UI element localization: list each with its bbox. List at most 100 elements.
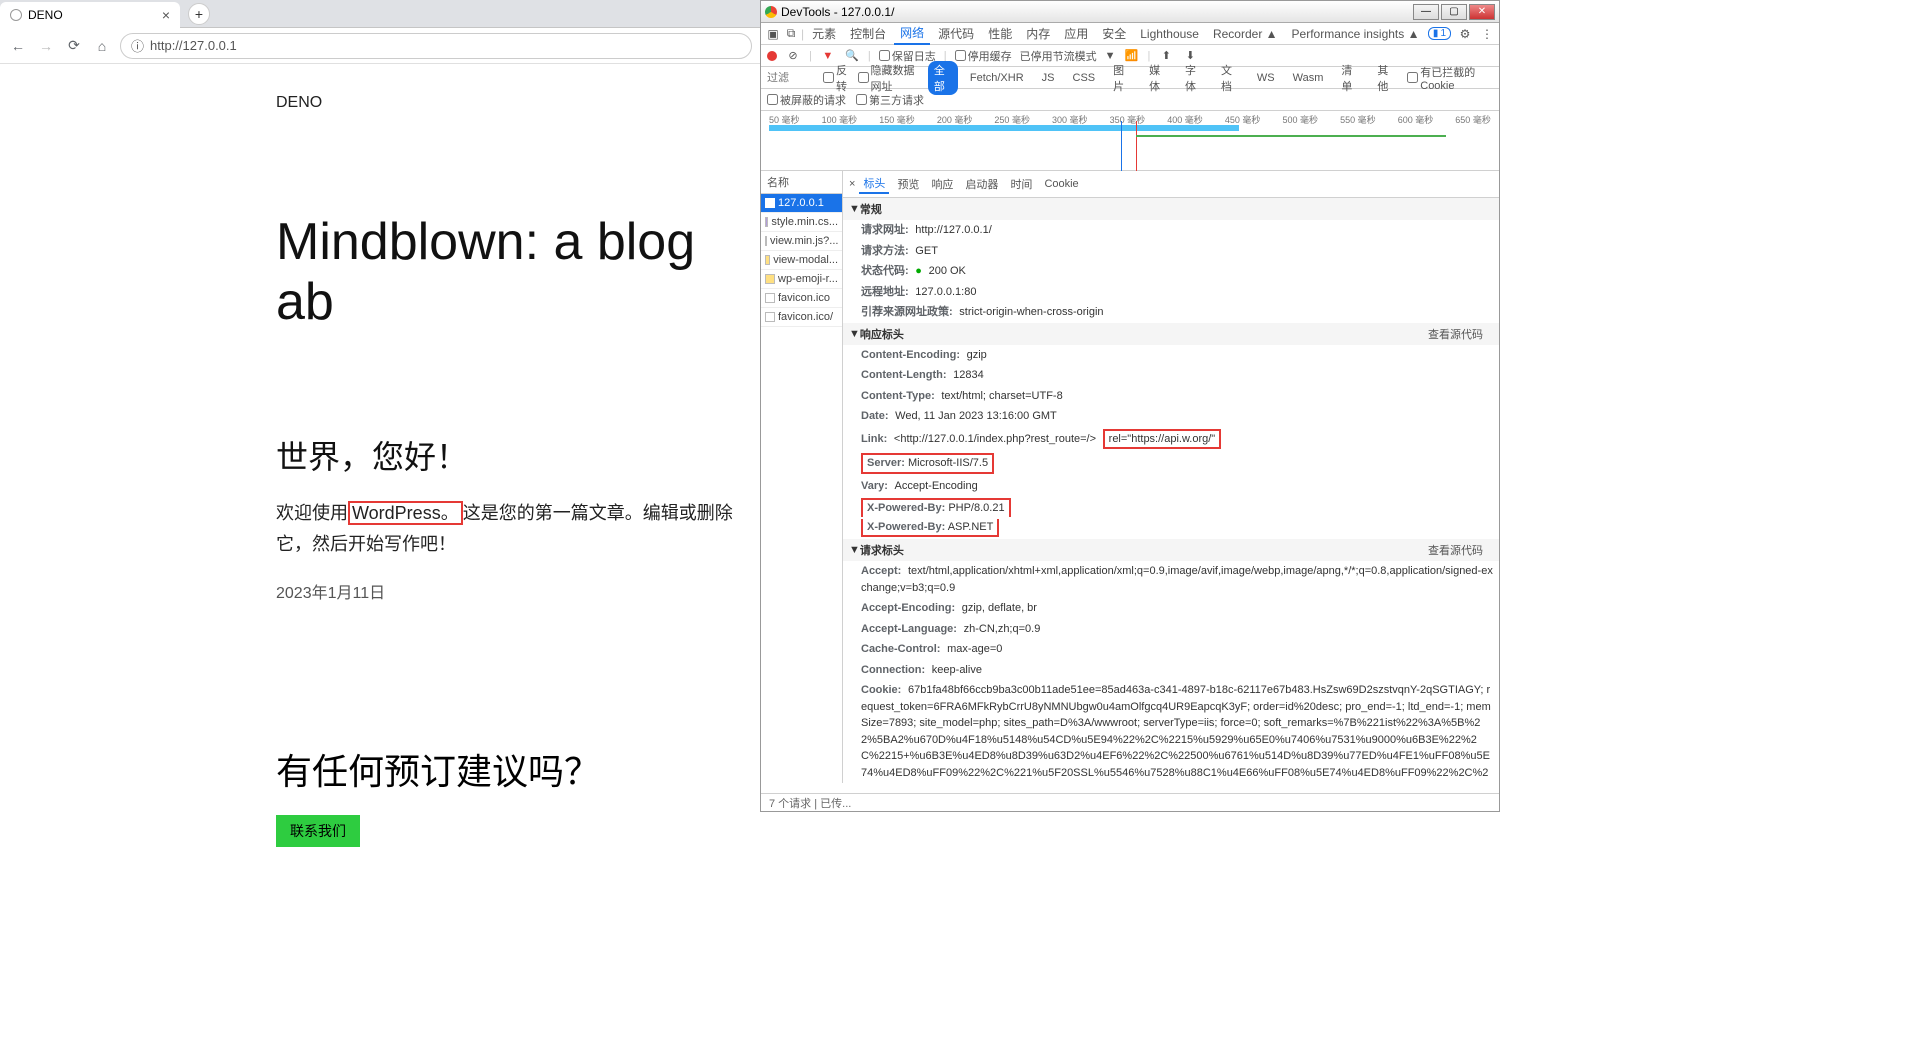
type-media[interactable]: 媒体 [1143,61,1173,95]
hide-data-check[interactable]: 隐藏数据网址 [858,62,922,94]
section-request-headers[interactable]: ▼ 请求标头查看源代码 [843,539,1499,561]
type-doc[interactable]: 文档 [1215,61,1245,95]
tab-application[interactable]: 应用 [1058,23,1094,44]
request-item[interactable]: wp-emoji-r... [761,270,842,289]
js-icon [765,255,770,265]
tab-security[interactable]: 安全 [1096,23,1132,44]
tab-elements[interactable]: 元素 [806,23,842,44]
record-icon[interactable] [767,51,777,61]
tab-recorder[interactable]: Recorder ▲ [1207,25,1284,43]
clear-icon[interactable]: ⊘ [785,48,801,64]
page-content: DENO Mindblown: a blog ab 世界，您好！ 欢迎使用Wor… [0,64,760,847]
link-rel-highlight: rel="https://api.w.org/" [1103,429,1222,450]
site-name[interactable]: DENO [276,94,760,112]
post-title[interactable]: 世界，您好！ [276,432,760,478]
minimize-button[interactable]: — [1413,4,1439,20]
css-icon [765,217,768,227]
request-item[interactable]: view-modal... [761,251,842,270]
dtab-preview[interactable]: 预览 [893,175,923,193]
type-font[interactable]: 字体 [1179,61,1209,95]
request-item[interactable]: view.min.js?... [761,232,842,251]
section-general[interactable]: ▼ 常规 [843,198,1499,220]
type-css[interactable]: CSS [1067,71,1102,85]
kv-row: Date: Wed, 11 Jan 2023 13:16:00 GMT [843,406,1499,427]
site-favicon [10,9,22,21]
welcome-pre: 欢迎使用 [276,503,348,523]
kv-row: Vary: Accept-Encoding [843,476,1499,497]
blocked-req-check[interactable]: 被屏蔽的请求 [767,92,846,108]
tab-performance[interactable]: 性能 [982,23,1018,44]
third-party-check[interactable]: 第三方请求 [856,92,924,108]
address-bar: ← → ⟳ ⌂ ⓘ http://127.0.0.1 [0,28,760,64]
view-source-link[interactable]: 查看源代码 [1428,326,1493,342]
issues-badge[interactable]: ▮ 1 [1428,27,1451,40]
suggestion-title: 有任何预订建议吗？ [276,743,760,795]
new-tab-button[interactable]: + [188,3,210,25]
tab-memory[interactable]: 内存 [1020,23,1056,44]
network-filter-row: 反转 隐藏数据网址 全部 Fetch/XHR JS CSS 图片 媒体 字体 文… [761,67,1499,89]
maximize-button[interactable]: ▢ [1441,4,1467,20]
type-img[interactable]: 图片 [1107,61,1137,95]
back-icon[interactable]: ← [8,36,28,56]
close-icon[interactable]: × [162,7,170,23]
throttle-select[interactable]: 已停用节流模式 [1020,48,1097,64]
type-ws[interactable]: WS [1251,71,1281,85]
browser-tab[interactable]: DENO × [0,2,180,28]
home-icon[interactable]: ⌂ [92,36,112,56]
xpowered-highlight: X-Powered-By: ASP.NET [861,519,999,538]
type-js[interactable]: JS [1036,71,1061,85]
devtools-status-bar: 7 个请求 | 已传... [761,793,1499,811]
filter-input[interactable] [767,72,817,84]
dtab-initiator[interactable]: 启动器 [961,175,1002,193]
section-response-headers[interactable]: ▼ 响应标头查看源代码 [843,323,1499,345]
tab-network[interactable]: 网络 [894,22,930,45]
kv-row: 引荐来源网址政策: strict-origin-when-cross-origi… [843,302,1499,323]
request-item[interactable]: style.min.cs... [761,213,842,232]
tab-perf-insights[interactable]: Performance insights ▲ [1286,25,1426,43]
close-detail-icon[interactable]: × [849,178,855,190]
request-item[interactable]: favicon.ico/ [761,308,842,327]
request-col-name: 名称 [761,171,842,194]
url-text: http://127.0.0.1 [150,38,237,53]
post-date: 2023年1月11日 [276,579,760,603]
reload-icon[interactable]: ⟳ [64,36,84,56]
url-input[interactable]: ⓘ http://127.0.0.1 [120,33,752,59]
devtools-titlebar: DevTools - 127.0.0.1/ — ▢ ✕ [761,1,1499,23]
blocked-cookie-check[interactable]: 有已拦截的 Cookie [1407,64,1493,92]
forward-icon[interactable]: → [36,36,56,56]
dtab-response[interactable]: 响应 [927,175,957,193]
tab-console[interactable]: 控制台 [844,23,892,44]
js-icon [765,274,775,284]
network-timeline[interactable]: 50 毫秒 100 毫秒 150 毫秒 200 毫秒 250 毫秒 300 毫秒… [761,111,1499,171]
request-item[interactable]: favicon.ico [761,289,842,308]
type-manifest[interactable]: 清单 [1335,61,1365,95]
devtools-window: DevTools - 127.0.0.1/ — ▢ ✕ ▣ ⧉ | 元素 控制台… [760,0,1500,812]
contact-button[interactable]: 联系我们 [276,815,360,847]
tab-sources[interactable]: 源代码 [932,23,980,44]
type-other[interactable]: 其他 [1371,61,1401,95]
view-source-link[interactable]: 查看源代码 [1428,542,1493,558]
tab-title: DENO [28,8,63,22]
inspect-icon[interactable]: ▣ [765,26,781,42]
dtab-timing[interactable]: 时间 [1006,175,1036,193]
kv-row: Content-Type: text/html; charset=UTF-8 [843,386,1499,407]
dtab-cookies[interactable]: Cookie [1040,177,1082,191]
type-fetch[interactable]: Fetch/XHR [964,71,1030,85]
request-item[interactable]: 127.0.0.1 [761,194,842,213]
device-icon[interactable]: ⧉ [783,26,799,42]
invert-check[interactable]: 反转 [823,62,852,94]
more-icon[interactable]: ⋮ [1479,26,1495,42]
close-button[interactable]: ✕ [1469,4,1495,20]
disable-cache-check[interactable]: 停用缓存 [955,48,1012,64]
devtools-tabs: ▣ ⧉ | 元素 控制台 网络 源代码 性能 内存 应用 安全 Lighthou… [761,23,1499,45]
request-list: 名称 127.0.0.1 style.min.cs... view.min.js… [761,171,843,783]
type-all[interactable]: 全部 [928,61,958,95]
kv-row: 请求方法: GET [843,241,1499,262]
devtools-title: DevTools - 127.0.0.1/ [781,5,894,19]
kv-row: Server: Microsoft-IIS/7.5 [843,451,1499,476]
gear-icon[interactable]: ⚙ [1457,26,1473,42]
kv-row: Link: <http://127.0.0.1/index.php?rest_r… [843,427,1499,452]
type-wasm[interactable]: Wasm [1287,71,1330,85]
dtab-headers[interactable]: 标头 [859,174,889,194]
tab-lighthouse[interactable]: Lighthouse [1134,25,1205,43]
